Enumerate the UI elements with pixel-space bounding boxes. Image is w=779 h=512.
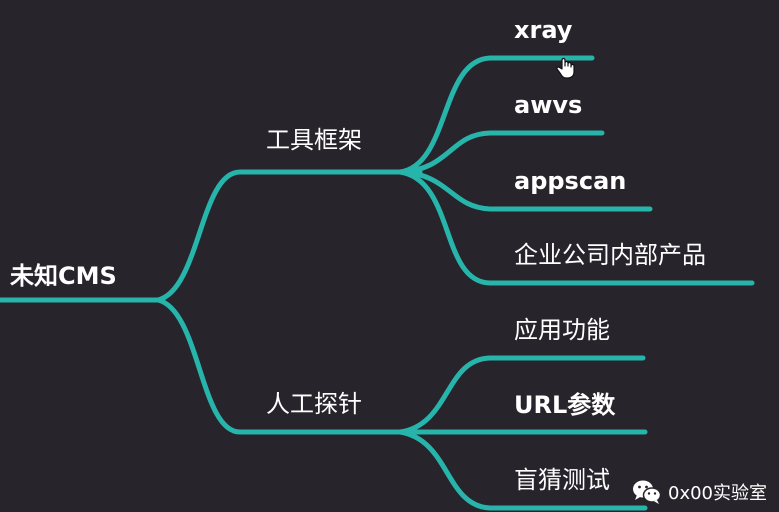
- mind-map-canvas: 未知CMS 工具框架 人工探针 xray awvs appscan 企业公司内部…: [0, 0, 779, 512]
- leaf-node-awvs: awvs: [514, 91, 583, 119]
- branch-node-manual: 人工探针: [266, 390, 362, 418]
- leaf-node-app-function: 应用功能: [514, 316, 610, 344]
- watermark-text: 0x00实验室: [668, 483, 768, 504]
- leaf-node-xray: xray: [514, 16, 573, 44]
- leaf-node-appscan: appscan: [514, 167, 627, 195]
- branch-node-tools: 工具框架: [266, 126, 362, 154]
- leaf-node-url-params: URL参数: [514, 391, 616, 419]
- watermark: 0x00实验室: [632, 478, 767, 506]
- leaf-node-enterprise-products: 企业公司内部产品: [514, 241, 706, 269]
- wechat-logo-icon: [633, 480, 662, 504]
- mouse-hand-cursor-icon: [556, 57, 575, 79]
- connector-root-to-tools: [155, 169, 423, 303]
- leaf-node-blind-test: 盲猜测试: [514, 466, 610, 494]
- root-node-label: 未知CMS: [10, 262, 117, 290]
